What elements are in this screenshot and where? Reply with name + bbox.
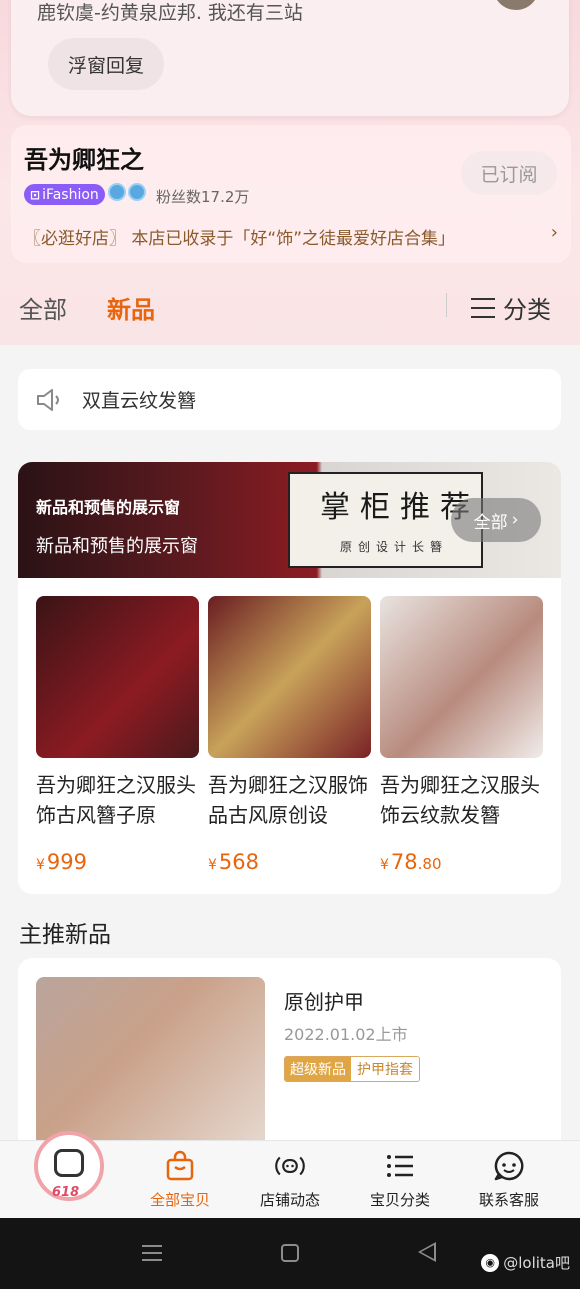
floating-message-card: 鹿钦虞-约黄泉应邦. 我还有三站 浮窗回复: [11, 0, 569, 116]
shop-level-badge: [108, 183, 146, 201]
product-tags: 超级新品 护甲指套: [284, 1056, 420, 1082]
currency-symbol: ¥: [36, 857, 45, 873]
product-title[interactable]: 吾为卿狂之汉服饰品古风原创设: [208, 770, 371, 830]
product-title[interactable]: 吾为卿狂之汉服头饰云纹款发簪: [380, 770, 543, 830]
chat-face-icon: [492, 1149, 526, 1183]
diamond-icon: [128, 183, 146, 201]
release-date: 2022.01.02上市: [284, 1025, 408, 1044]
product-price: ¥568: [208, 850, 371, 874]
nav-customer-service[interactable]: 联系客服: [459, 1149, 559, 1210]
watermark: ◉ @lolita吧: [481, 1252, 570, 1273]
product-card[interactable]: 吾为卿狂之汉服饰品古风原创设 ¥568: [208, 596, 371, 874]
section-title: 主推新品: [19, 922, 111, 948]
banner-title: 新品和预售的展示窗: [36, 498, 181, 517]
diamond-icon: [108, 183, 126, 201]
product-image[interactable]: [208, 596, 371, 758]
nav-label: 店铺动态: [259, 1191, 320, 1209]
announcement-text: 双直云纹发簪: [82, 390, 197, 412]
system-navigation-bar: ◉ @lolita吧: [0, 1218, 580, 1289]
price-value: 78: [390, 850, 418, 874]
subscribe-button[interactable]: 已订阅: [461, 151, 557, 195]
showcase-all-button[interactable]: 全部 ›: [451, 498, 541, 542]
back-icon[interactable]: [418, 1242, 436, 1262]
menu-icon[interactable]: [142, 1245, 162, 1261]
nav-all-items[interactable]: 全部宝贝: [130, 1149, 230, 1210]
product-list: 吾为卿狂之汉服头饰古风簪子原 ¥999 吾为卿狂之汉服饰品古风原创设 ¥568 …: [36, 596, 543, 874]
speaker-icon: [37, 388, 59, 411]
weibo-icon: ◉: [481, 1253, 500, 1272]
tab-all[interactable]: 全部: [19, 290, 67, 325]
chevron-right-icon: ›: [511, 510, 519, 530]
banner-subtitle: 新品和预售的展示窗: [36, 536, 198, 557]
new-product-showcase: 新品和预售的展示窗 新品和预售的展示窗 掌柜推荐 原创设计长簪 全部 › 吾为卿…: [18, 462, 561, 894]
float-reply-button[interactable]: 浮窗回复: [48, 38, 164, 90]
tab-new[interactable]: 新品: [107, 290, 155, 325]
shop-name[interactable]: 吾为卿狂之: [24, 140, 144, 175]
product-image[interactable]: [380, 596, 543, 758]
bag-icon: [163, 1149, 197, 1183]
shop-logo-button[interactable]: 618: [34, 1131, 104, 1211]
promo-banner-text[interactable]: 〖必逛好店〗 本店已收录于「好“饰”之徒最爱好店合集」: [24, 224, 455, 249]
watermark-text: @lolita吧: [503, 1254, 570, 1272]
product-price: ¥999: [36, 850, 199, 874]
sign-subtitle: 原创设计长簪: [340, 540, 449, 554]
chevron-right-icon[interactable]: ›: [551, 222, 558, 243]
logo-618-text: 618: [52, 1185, 80, 1200]
ifashion-label: iFashion: [42, 186, 99, 203]
broadcast-icon: [273, 1149, 307, 1183]
product-price: ¥78.80: [380, 850, 543, 874]
avatar: [493, 0, 539, 10]
floating-message-text: 鹿钦虞-约黄泉应邦. 我还有三站: [37, 2, 303, 24]
price-value: 568: [218, 850, 260, 874]
price-decimal: .80: [417, 855, 442, 873]
list-icon: [471, 297, 495, 318]
tab-divider: [446, 293, 447, 317]
product-title[interactable]: 吾为卿狂之汉服头饰古风簪子原: [36, 770, 199, 830]
nav-label: 宝贝分类: [369, 1191, 430, 1209]
showcase-all-label: 全部: [473, 512, 508, 533]
nav-label: 全部宝贝: [149, 1191, 210, 1209]
ifashion-logo-icon: ⊡: [30, 187, 41, 202]
tab-category-label: 分类: [503, 296, 551, 324]
featured-product-card[interactable]: 原创护甲 2022.01.02上市 超级新品 护甲指套: [18, 958, 561, 1158]
nav-categories[interactable]: 宝贝分类: [350, 1149, 450, 1210]
product-card[interactable]: 吾为卿狂之汉服头饰云纹款发簪 ¥78.80: [380, 596, 543, 874]
bottom-navigation: 618 全部宝贝 店铺动态 宝贝分类 联系客服: [0, 1131, 580, 1218]
home-icon[interactable]: [281, 1244, 299, 1262]
nav-shop-updates[interactable]: 店铺动态: [240, 1149, 340, 1210]
fans-count: 粉丝数17.2万: [156, 188, 250, 206]
tab-category[interactable]: 分类: [471, 290, 551, 325]
list-icon: [383, 1149, 417, 1183]
category-tag: 护甲指套: [351, 1057, 419, 1081]
product-card[interactable]: 吾为卿狂之汉服头饰古风簪子原 ¥999: [36, 596, 199, 874]
currency-symbol: ¥: [380, 857, 389, 873]
currency-symbol: ¥: [208, 857, 217, 873]
ifashion-badge: ⊡ iFashion: [24, 184, 105, 205]
price-value: 999: [46, 850, 88, 874]
announcement-bar[interactable]: 双直云纹发簪: [18, 369, 561, 430]
featured-product-name[interactable]: 原创护甲: [284, 986, 364, 1015]
product-image[interactable]: [36, 596, 199, 758]
super-new-tag: 超级新品: [285, 1057, 351, 1081]
nav-label: 联系客服: [478, 1191, 539, 1209]
shop-logo-icon: [54, 1149, 84, 1177]
showcase-banner[interactable]: 新品和预售的展示窗 新品和预售的展示窗 掌柜推荐 原创设计长簪 全部 ›: [18, 462, 561, 578]
